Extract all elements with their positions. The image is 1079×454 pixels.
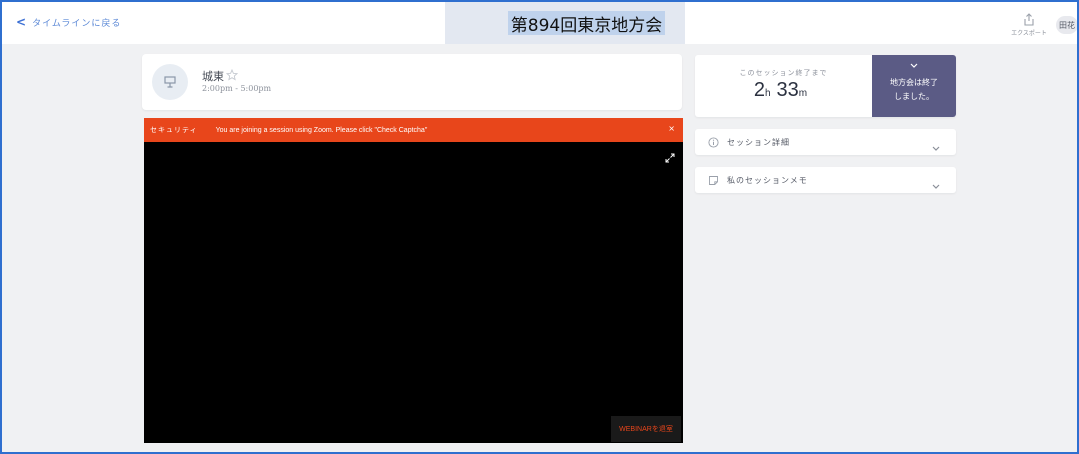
chevron-down-icon [932,137,940,156]
chevron-down-icon [872,62,956,71]
session-name: 城東 [202,70,224,83]
user-avatar[interactable]: 田花 [1056,16,1077,34]
export-icon [1024,13,1034,26]
back-to-timeline-link[interactable]: < タイムラインに戻る [16,15,121,29]
session-details-accordion[interactable]: セッション詳細 [695,129,956,155]
page-title: 第894回東京地方会 [508,11,665,36]
timer-hours: 2 [753,79,765,101]
fullscreen-expand-icon[interactable] [665,148,675,167]
export-label: エクスポート [1011,30,1047,37]
session-timer-card: このセッション終了まで 2h 33m 地方会は終了 しました。 [695,55,956,117]
session-details-label: セッション詳細 [727,137,790,147]
timer-minutes-unit: m [798,88,808,99]
leave-webinar-button[interactable]: WEBINARを退室 [611,416,681,442]
session-notes-accordion[interactable]: 私のセッションメモ [695,167,956,193]
back-label: タイムラインに戻る [32,18,122,29]
close-icon[interactable]: × [668,124,675,133]
top-header: < タイムラインに戻る 第894回東京地方会 エクスポート 田花 [2,2,1077,44]
export-button[interactable]: エクスポート [1008,13,1050,37]
chevron-down-icon [932,175,940,194]
title-area: 第894回東京地方会 [445,2,685,44]
session-notes-label: 私のセッションメモ [727,175,808,185]
timer-minutes: 33 [776,79,799,101]
video-player[interactable]: セキュリティ You are joining a session using Z… [144,118,683,443]
session-card: 城東 2:00pm - 5:00pm [142,54,682,110]
timer-label: このセッション終了まで [739,69,828,77]
ended-line-1: 地方会は終了 [890,78,938,87]
alert-message: You are joining a session using Zoom. Pl… [215,126,428,134]
presentation-board-icon [152,64,188,100]
timer-hours-unit: h [764,88,771,99]
app-window: < タイムラインに戻る 第894回東京地方会 エクスポート 田花 城東 2:00… [0,0,1079,454]
security-alert-bar: セキュリティ You are joining a session using Z… [144,118,683,142]
timer-value: 2h 33m [695,79,872,102]
favorite-star-icon[interactable] [225,66,239,85]
note-icon [707,174,719,186]
session-ended-button[interactable]: 地方会は終了 しました。 [872,55,956,117]
ended-message: 地方会は終了 しました。 [872,76,956,104]
alert-tag: セキュリティ [150,126,198,134]
session-time: 2:00pm - 5:00pm [202,84,272,93]
chevron-left-icon: < [16,15,27,29]
info-icon [707,136,719,148]
ended-line-2: しました。 [894,92,934,101]
